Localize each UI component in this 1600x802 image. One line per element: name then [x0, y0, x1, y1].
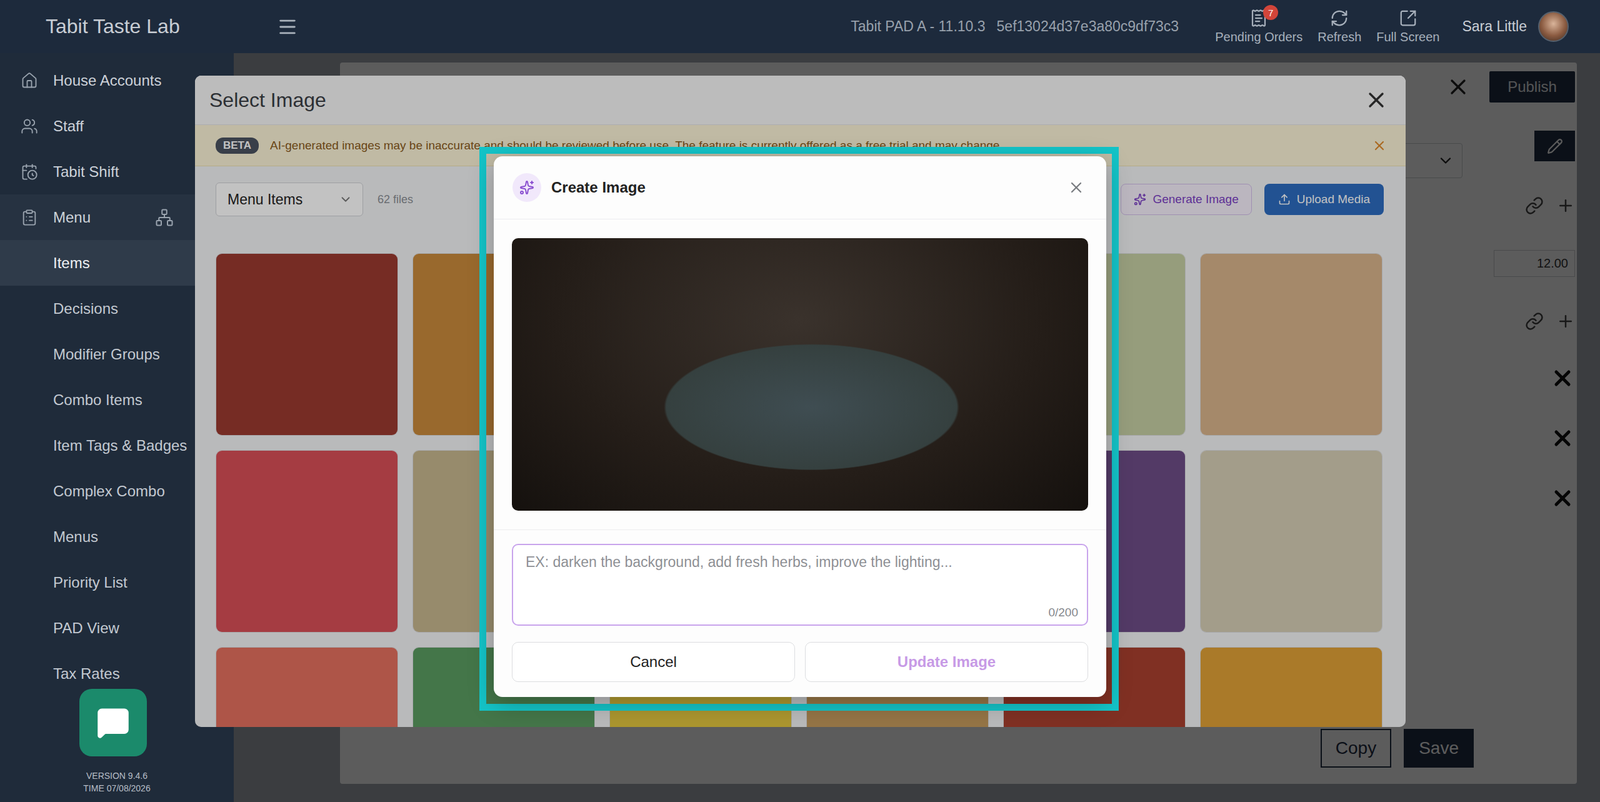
- action-label: Full Screen: [1376, 30, 1440, 45]
- top-bar: Tabit Taste Lab Tabit PAD A - 11.10.3 5ef1…: [0, 0, 1600, 54]
- avatar: [1538, 11, 1569, 42]
- user-menu[interactable]: Sara Little: [1461, 11, 1569, 42]
- sidebar-label: Menu: [53, 208, 91, 227]
- sidebar-label: Item Tags & Badges: [53, 436, 187, 455]
- preview-area: [493, 219, 1107, 530]
- section-icon: [18, 71, 40, 90]
- sidebar-label: Tabit Shift: [53, 163, 119, 181]
- user-name: Sara Little: [1461, 18, 1527, 35]
- version: VERSION 9.4.6: [0, 769, 234, 782]
- top-actions: 7 Pending Orders Refresh Full Screen: [1207, 8, 1447, 45]
- body: House Accounts Staff Tabit Shift Menu Items D…: [0, 53, 1600, 802]
- sidebar-label: PAD View: [53, 619, 120, 637]
- action-icon-wrap: 7: [1249, 8, 1269, 28]
- prompt-form: 0/200 CancelUpdate Image: [493, 530, 1107, 697]
- brand: Tabit Taste Lab: [45, 15, 277, 39]
- dialog-buttons: CancelUpdate Image: [511, 641, 1089, 682]
- chat-button[interactable]: [79, 688, 147, 757]
- action-icon: [1330, 8, 1349, 28]
- dialog-title: Create Image: [551, 178, 646, 197]
- section-icon: [18, 208, 40, 227]
- sidebar-label: Tax Rates: [53, 665, 120, 683]
- sidebar-label: Menus: [53, 528, 99, 546]
- sidebar-label: Combo Items: [53, 391, 143, 409]
- char-counter: 0/200: [1048, 605, 1079, 620]
- prompt-input[interactable]: [513, 545, 1087, 625]
- section-icon: [18, 163, 40, 181]
- chat-icon: [96, 705, 130, 740]
- time: TIME 07/08/2026: [0, 781, 234, 795]
- sidebar-label: House Accounts: [53, 71, 162, 90]
- sidebar-label: Decisions: [53, 300, 119, 318]
- cancel-button[interactable]: Cancel: [511, 641, 795, 682]
- sidebar-label: Complex Combo: [53, 482, 165, 500]
- sidebar-label: Modifier Groups: [53, 345, 160, 364]
- top-action[interactable]: Refresh: [1310, 8, 1369, 45]
- sidebar-label: Staff: [53, 117, 84, 135]
- action-icon-wrap: [1330, 8, 1349, 28]
- device-name: Tabit PAD A - 11.10.3: [850, 18, 985, 35]
- generated-photo: [511, 238, 1089, 511]
- close-icon[interactable]: [1067, 178, 1085, 197]
- device-info: Tabit PAD A - 11.10.3 5ef13024d37e3a80c9d…: [850, 18, 1179, 35]
- sidebar-label: Priority List: [53, 573, 128, 592]
- version-info: VERSION 9.4.6TIME 07/08/2026: [0, 764, 234, 802]
- top-action[interactable]: 7 Pending Orders: [1207, 8, 1310, 45]
- top-action[interactable]: Full Screen: [1368, 8, 1447, 45]
- sidebar-label: Items: [53, 254, 90, 272]
- action-icon-wrap: [1398, 8, 1418, 28]
- sparkles-icon: [512, 173, 542, 202]
- hierarchy-icon[interactable]: [155, 208, 174, 227]
- create-image-dialog: Create Image 0/200 CancelUpdate Image: [493, 156, 1107, 697]
- prompt-box: 0/200: [511, 543, 1089, 626]
- action-label: Refresh: [1317, 30, 1362, 45]
- hamburger-icon[interactable]: [276, 16, 299, 38]
- dialog-header: Create Image: [493, 156, 1107, 220]
- update-image-button[interactable]: Update Image: [805, 641, 1089, 682]
- app: Tabit Taste Lab Tabit PAD A - 11.10.3 5ef1…: [0, 0, 1600, 802]
- count-badge: 7: [1263, 5, 1279, 20]
- device-id: 5ef13024d37e3a80c9df73c3: [996, 18, 1180, 35]
- action-icon: [1398, 8, 1418, 28]
- action-label: Pending Orders: [1215, 30, 1303, 45]
- section-icon: [18, 117, 40, 135]
